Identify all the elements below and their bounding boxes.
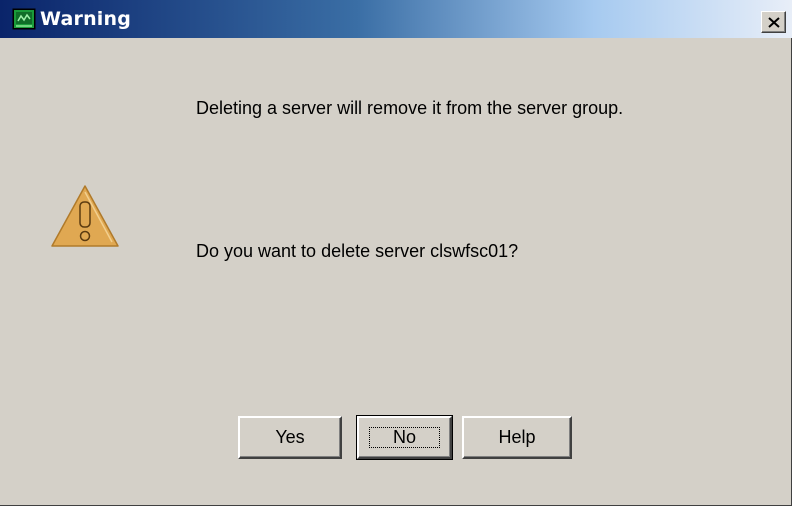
window-title: Warning: [40, 8, 132, 30]
no-button[interactable]: No: [356, 415, 453, 460]
help-button-label: Help: [498, 427, 536, 447]
close-icon: [767, 16, 780, 28]
warning-dialog: Warning Deleting a server will remove it…: [0, 0, 792, 506]
message-line-1: Deleting a server will remove it from th…: [196, 98, 624, 118]
yes-button[interactable]: Yes: [238, 416, 342, 459]
app-window-icon: [12, 8, 36, 30]
yes-button-label: Yes: [275, 427, 305, 447]
message-line-2: Do you want to delete server clswfsc01?: [196, 241, 519, 261]
title-bar[interactable]: Warning: [0, 0, 792, 38]
close-button[interactable]: [761, 11, 786, 33]
no-button-label: No: [392, 427, 416, 447]
help-button[interactable]: Help: [462, 416, 572, 459]
warning-icon: [50, 184, 120, 250]
